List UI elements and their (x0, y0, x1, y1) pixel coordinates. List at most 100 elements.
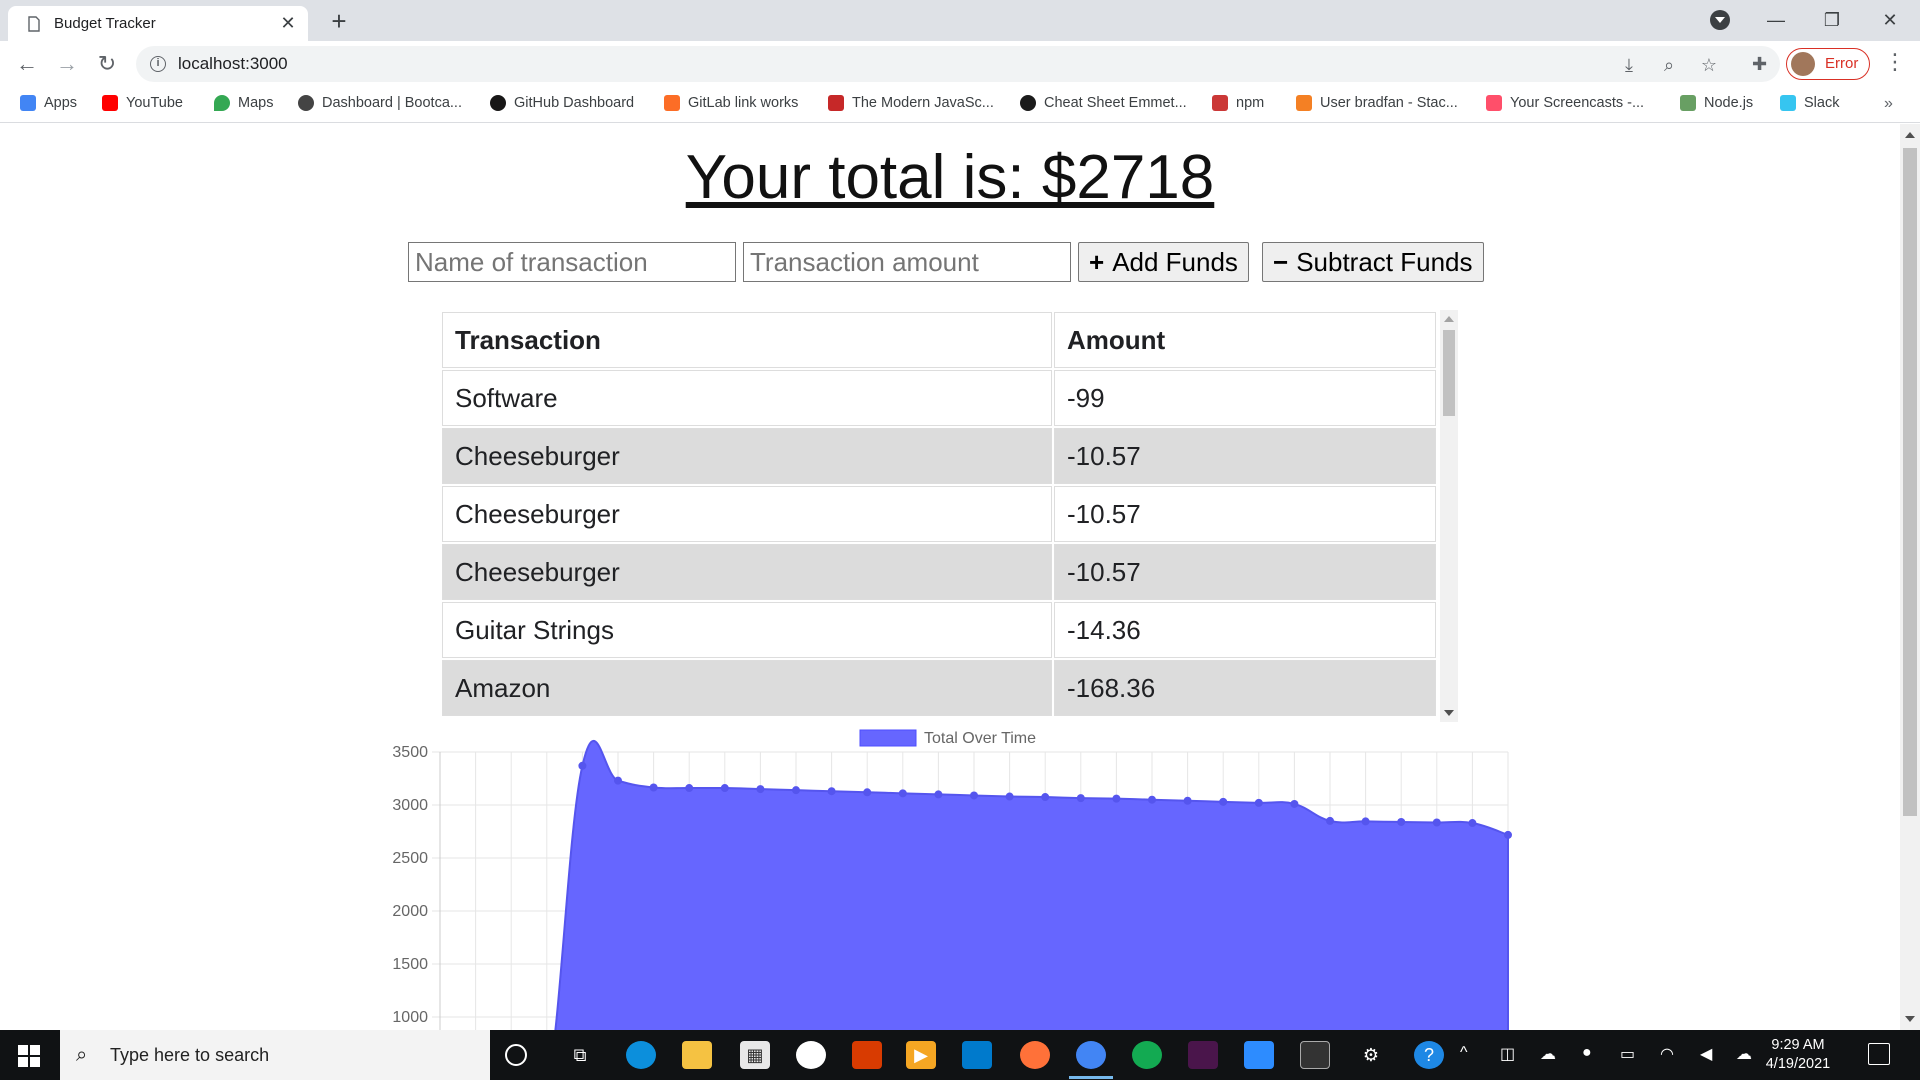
reload-icon[interactable]: ↻ (92, 49, 122, 79)
y-tick-label: 3500 (392, 744, 428, 761)
data-point (720, 784, 729, 793)
slack-icon (1780, 95, 1796, 111)
add-funds-button[interactable]: + Add Funds (1078, 242, 1249, 282)
table-row: Guitar Strings -14.36 (442, 602, 1436, 658)
maps-pin-icon (214, 95, 230, 111)
scroll-down-arrow-icon[interactable] (1444, 710, 1454, 716)
address-bar[interactable]: i localhost:3000 ⤓ ⌕ ☆ (136, 46, 1780, 82)
wifi-icon[interactable]: ◠ (1660, 1044, 1674, 1064)
close-window-button[interactable]: ✕ (1870, 4, 1910, 36)
column-header-transaction: Transaction (442, 312, 1052, 368)
page-scroll-up-icon[interactable] (1905, 132, 1915, 138)
bookmark-youtube[interactable]: YouTube (102, 95, 183, 111)
bookmarks-overflow-icon[interactable]: » (1884, 95, 1893, 113)
taskbar-search[interactable]: ⌕ Type here to search (60, 1030, 490, 1080)
meet-now-icon[interactable]: ◫ (1500, 1044, 1515, 1064)
store-icon[interactable]: ▦ (740, 1041, 770, 1069)
transaction-name-cell: Software (442, 370, 1052, 426)
table-scroll-thumb[interactable] (1443, 330, 1455, 416)
data-point (934, 790, 943, 799)
tab-search-icon[interactable] (1710, 10, 1730, 30)
scroll-up-arrow-icon[interactable] (1444, 316, 1454, 322)
transaction-name-input[interactable] (408, 242, 736, 282)
y-tick-label: 2000 (392, 903, 428, 920)
system-clock[interactable]: 9:29 AM 4/19/2021 (1756, 1036, 1840, 1074)
bookmark-slack[interactable]: Slack (1780, 95, 1839, 111)
cortana-icon[interactable] (505, 1044, 527, 1066)
zoom-app-icon[interactable] (1244, 1041, 1274, 1069)
microphone-icon[interactable]: ● (1582, 1044, 1592, 1062)
help-icon[interactable]: ? (1414, 1041, 1444, 1069)
menu-icon[interactable]: ⋮ (1884, 51, 1906, 73)
extensions-puzzle-icon[interactable]: ✚ (1752, 54, 1767, 75)
tray-overflow-chevron-icon[interactable]: ^ (1460, 1044, 1468, 1062)
terminal-icon[interactable] (1300, 1041, 1330, 1069)
minimize-button[interactable]: — (1756, 4, 1796, 36)
firefox-icon[interactable] (1020, 1041, 1050, 1069)
media-player-icon[interactable]: ▶ (906, 1041, 936, 1069)
y-tick-label: 1500 (392, 956, 428, 973)
table-row: Cheeseburger -10.57 (442, 544, 1436, 600)
legend-label: Total Over Time (924, 730, 1036, 747)
data-point (1041, 793, 1050, 802)
tab-close-icon[interactable]: ✕ (278, 13, 298, 34)
settings-gear-icon[interactable]: ⚙ (1356, 1041, 1386, 1069)
screencast-icon (1486, 95, 1502, 111)
new-tab-button[interactable]: + (324, 6, 354, 36)
restore-button[interactable]: ❐ (1812, 4, 1852, 36)
vscode-icon[interactable] (962, 1041, 992, 1069)
bookmark-apps[interactable]: Apps (20, 95, 77, 111)
transactions-table-container[interactable]: Transaction Amount Software -99 Cheesebu… (440, 310, 1458, 722)
legend-swatch (859, 729, 917, 747)
onedrive-icon[interactable]: ☁ (1540, 1044, 1556, 1064)
bookmark-emmet-cheatsheet[interactable]: Cheat Sheet Emmet... (1020, 95, 1187, 111)
browser-toolbar: ← → ↻ i localhost:3000 ⤓ ⌕ ☆ ✚ Error ⋮ (0, 41, 1920, 87)
page-scroll-thumb[interactable] (1903, 148, 1917, 816)
volume-icon[interactable]: ◀ (1700, 1044, 1712, 1064)
profile-button[interactable]: Error (1786, 48, 1870, 80)
bookmark-gitlab[interactable]: GitLab link works (664, 95, 798, 111)
battery-icon[interactable]: ▭ (1620, 1044, 1635, 1064)
clock-date: 4/19/2021 (1765, 1056, 1831, 1072)
task-view-icon[interactable]: ⧉ (565, 1041, 595, 1069)
data-point (1432, 818, 1441, 827)
chrome-icon[interactable] (1076, 1041, 1106, 1069)
file-explorer-icon[interactable] (682, 1041, 712, 1069)
apps-grid-icon (20, 95, 36, 111)
bookmark-screencasts[interactable]: Your Screencasts -... (1486, 95, 1644, 111)
page-scrollbar[interactable] (1900, 124, 1920, 1030)
transaction-amount-cell: -10.57 (1054, 428, 1436, 484)
transaction-amount-cell: -99 (1054, 370, 1436, 426)
data-point (685, 784, 694, 793)
page-scroll-down-icon[interactable] (1905, 1016, 1915, 1022)
bookmark-github-dashboard[interactable]: GitHub Dashboard (490, 95, 634, 111)
table-header-row: Transaction Amount (442, 312, 1436, 368)
forward-arrow-icon[interactable]: → (52, 49, 82, 79)
table-row: Software -99 (442, 370, 1436, 426)
cloud-sync-icon[interactable]: ☁ (1736, 1044, 1752, 1064)
bookmark-nodejs[interactable]: Node.js (1680, 95, 1753, 111)
github-desktop-icon[interactable] (796, 1041, 826, 1069)
notifications-icon[interactable] (1868, 1043, 1890, 1065)
bookmark-npm[interactable]: npm (1212, 95, 1264, 111)
transaction-amount-input[interactable] (743, 242, 1071, 282)
bookmark-star-icon[interactable]: ☆ (1698, 54, 1720, 76)
zoom-icon[interactable]: ⌕ (1658, 54, 1680, 76)
edge-icon[interactable] (626, 1041, 656, 1069)
install-icon[interactable]: ⤓ (1618, 54, 1640, 76)
mongodb-compass-icon[interactable] (1132, 1041, 1162, 1069)
subtract-funds-button[interactable]: − Subtract Funds (1262, 242, 1484, 282)
windows-start-icon[interactable] (18, 1045, 40, 1067)
back-arrow-icon[interactable]: ← (12, 49, 42, 79)
tab-budget-tracker[interactable]: Budget Tracker ✕ (8, 6, 308, 41)
bookmark-maps[interactable]: Maps (214, 95, 273, 111)
office-icon[interactable] (852, 1041, 882, 1069)
y-tick-label: 3000 (392, 797, 428, 814)
bookmark-dashboard-bootcamp[interactable]: Dashboard | Bootca... (298, 95, 462, 111)
bookmark-modern-javascript[interactable]: The Modern JavaSc... (828, 95, 994, 111)
slack-app-icon[interactable] (1188, 1041, 1218, 1069)
site-info-icon[interactable]: i (150, 56, 166, 72)
bookmark-stackoverflow-user[interactable]: User bradfan - Stac... (1296, 95, 1458, 111)
nodejs-icon (1680, 95, 1696, 111)
table-scrollbar[interactable] (1440, 310, 1458, 722)
